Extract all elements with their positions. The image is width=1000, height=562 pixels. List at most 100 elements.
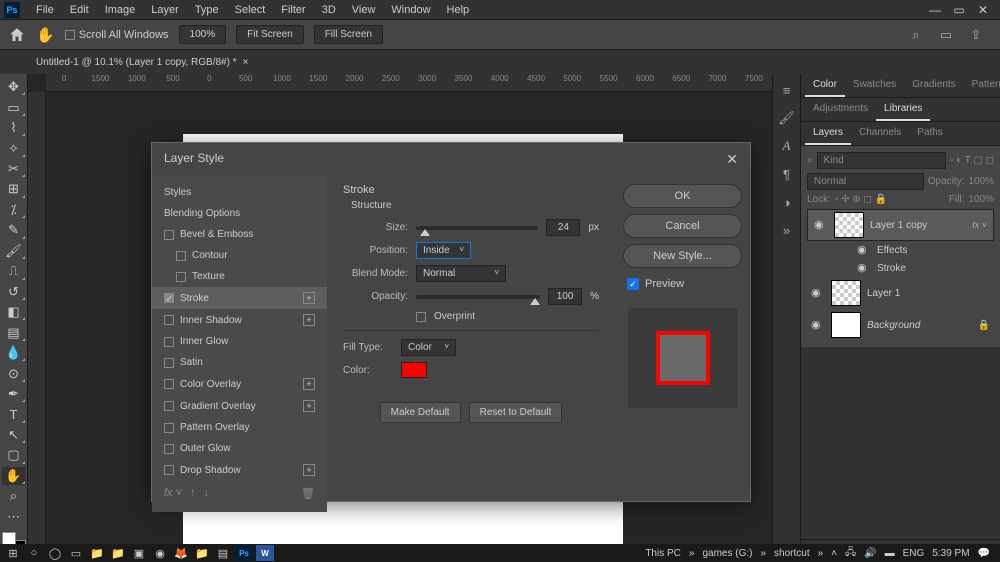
zoom-level[interactable]: 100% [179,25,227,44]
layer-thumbnail[interactable] [831,312,861,338]
brushes-icon[interactable]: 🖌 [777,108,797,128]
blending-options[interactable]: Blending Options [152,203,327,224]
style-item-satin[interactable]: Satin [152,352,327,373]
eraser-tool[interactable]: ◧ [2,303,26,321]
volume-icon[interactable]: 🔊 [864,548,876,559]
tab-channels[interactable]: Channels [851,122,909,145]
taskbar-thispc[interactable]: This PC [645,548,681,559]
blend-mode-select[interactable]: Normal [807,173,924,190]
fit-screen-button[interactable]: Fit Screen [236,25,304,44]
layer-thumbnail[interactable] [834,212,864,238]
opacity-value[interactable]: 100% [968,176,994,187]
heal-tool[interactable]: ✎ [2,221,26,239]
visibility-icon[interactable]: ◉ [857,261,871,275]
notifications-icon[interactable]: 💬 [978,548,990,559]
add-instance-icon[interactable]: + [303,400,315,412]
overprint-checkbox[interactable] [416,312,426,322]
edit-toolbar[interactable]: ⋯ [2,508,26,526]
lasso-tool[interactable]: ⌇ [2,119,26,137]
size-input[interactable]: 24 [546,219,580,236]
gradient-tool[interactable]: ▤ [2,323,26,341]
tray-up-icon[interactable]: ˄ [831,548,837,559]
cancel-button[interactable]: Cancel [623,214,742,238]
add-instance-icon[interactable]: + [303,292,315,304]
shape-tool[interactable]: ▢ [2,446,26,464]
layer-name[interactable]: Background [867,320,972,331]
fill-value[interactable]: 100% [968,194,994,205]
minimize-button[interactable]: — [928,3,942,17]
network-icon[interactable]: 🖧 [845,545,856,562]
style-checkbox[interactable] [164,379,174,389]
paragraph-icon[interactable]: ¶ [777,164,797,184]
style-item-texture[interactable]: Texture [152,266,327,287]
share-icon[interactable]: ⇪ [966,25,986,45]
opacity-input[interactable]: 100 [548,288,582,305]
style-checkbox[interactable] [164,465,174,475]
style-item-drop-shadow[interactable]: Drop Shadow+ [152,459,327,481]
layer-filter-kind[interactable]: Kind [817,152,946,169]
menu-help[interactable]: Help [439,2,478,18]
preview-checkbox[interactable]: ✓ [627,278,639,290]
visibility-icon[interactable]: ◉ [811,286,825,300]
fx-menu-icon[interactable]: fx ˅ [164,487,182,500]
properties-icon[interactable]: ◑ [777,192,797,212]
effects-row[interactable]: ◉Effects [807,241,994,259]
style-checkbox[interactable] [176,272,186,282]
style-item-bevel-emboss[interactable]: Bevel & Emboss [152,224,327,245]
app-icon[interactable]: 📁 [109,545,127,561]
opacity-slider[interactable] [416,295,540,299]
taskview-icon[interactable]: ▭ [67,545,85,561]
pen-tool[interactable]: ✒ [2,385,26,403]
app-icon[interactable]: ▤ [214,545,232,561]
workspace-icon[interactable]: ▭ [936,25,956,45]
style-item-stroke[interactable]: ✓Stroke+ [152,287,327,309]
style-item-inner-shadow[interactable]: Inner Shadow+ [152,309,327,331]
fx-badge[interactable]: fx ˅ [972,220,987,230]
layer-row[interactable]: ◉ Background 🔒 [807,309,994,341]
type-tool[interactable]: T [2,405,26,423]
tab-paths[interactable]: Paths [909,122,951,145]
style-item-color-overlay[interactable]: Color Overlay+ [152,373,327,395]
tab-libraries[interactable]: Libraries [876,98,930,121]
history-brush-tool[interactable]: ↺ [2,283,26,301]
tab-swatches[interactable]: Swatches [845,74,904,97]
layer-thumbnail[interactable] [831,280,861,306]
style-checkbox[interactable] [164,230,174,240]
app-icon[interactable]: ▣ [130,545,148,561]
style-checkbox[interactable] [164,315,174,325]
color-swatch[interactable] [401,362,427,378]
taskbar-shortcut[interactable]: shortcut [774,548,810,559]
collapse-icon[interactable]: » [777,220,797,240]
up-icon[interactable]: ↑ [190,487,196,500]
tab-gradients[interactable]: Gradients [904,74,963,97]
app-icon[interactable]: 📁 [193,545,211,561]
visibility-icon[interactable]: ◉ [811,318,825,332]
layer-row[interactable]: ◉ Layer 1 copy fx ˅ [807,209,994,241]
dodge-tool[interactable]: ⊙ [2,364,26,382]
menu-image[interactable]: Image [97,2,144,18]
fill-screen-button[interactable]: Fill Screen [314,25,383,44]
menu-type[interactable]: Type [187,2,227,18]
style-checkbox[interactable] [176,251,186,261]
filter-icons[interactable]: ▫ ◐ T ▢ ◻ [950,155,994,166]
style-checkbox[interactable] [164,401,174,411]
frame-tool[interactable]: ⊞ [2,180,26,198]
eyedropper-tool[interactable]: ⁒ [2,201,26,219]
battery-icon[interactable]: ▬ [885,548,895,559]
marquee-tool[interactable]: ▭ [2,98,26,116]
close-button[interactable]: ✕ [976,3,990,17]
firefox-icon[interactable]: 🦊 [172,545,190,561]
filltype-select[interactable]: Color˅ [401,339,456,356]
start-icon[interactable]: ⊞ [4,545,22,561]
menu-file[interactable]: File [28,2,62,18]
tab-color[interactable]: Color [805,74,845,97]
character-icon[interactable]: A [777,136,797,156]
hand-tool[interactable]: ✋ [2,467,26,485]
style-checkbox[interactable] [164,358,174,368]
blendmode-select[interactable]: Normal˅ [416,265,506,282]
add-instance-icon[interactable]: + [303,314,315,326]
menu-select[interactable]: Select [227,2,274,18]
tab-patterns[interactable]: Patterns [964,74,1000,97]
style-item-gradient-overlay[interactable]: Gradient Overlay+ [152,395,327,417]
layer-name[interactable]: Layer 1 [867,288,990,299]
